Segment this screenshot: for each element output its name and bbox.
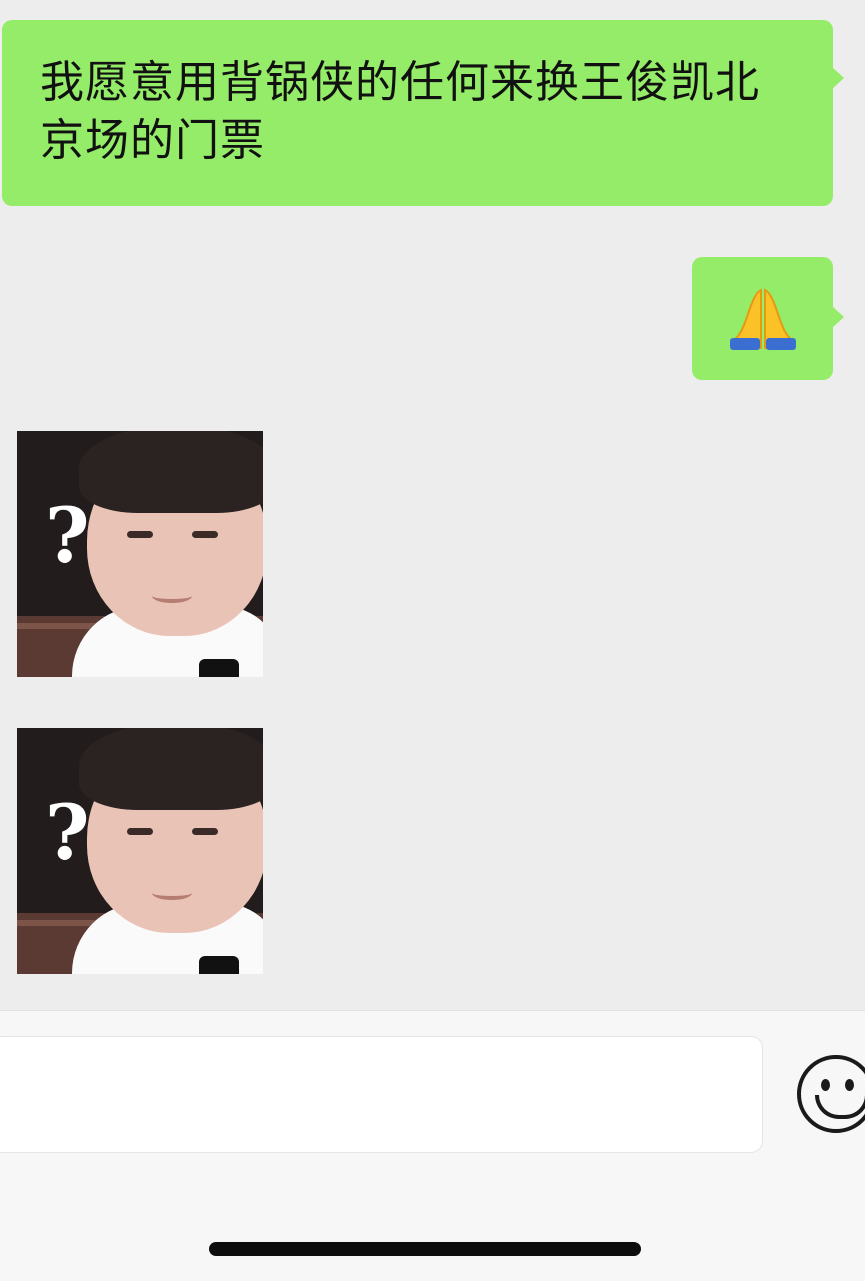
input-bar bbox=[0, 1010, 865, 1281]
home-indicator[interactable] bbox=[209, 1242, 641, 1256]
sticker-child-hair bbox=[79, 728, 263, 810]
question-mark-icon: ? bbox=[45, 788, 90, 877]
sticker-child-hair bbox=[79, 431, 263, 513]
sticker-eye bbox=[192, 828, 218, 835]
sticker-shirt-collar bbox=[199, 956, 239, 974]
sticker-image[interactable]: ? bbox=[17, 431, 263, 677]
sticker-image[interactable]: ? bbox=[17, 728, 263, 974]
sticker-eye bbox=[127, 531, 153, 538]
smiley-mouth bbox=[815, 1095, 865, 1119]
message-text: 我愿意用背锅侠的任何来换王俊凯北京场的门票 bbox=[40, 57, 760, 166]
chat-area: 我愿意用背锅侠的任何来换王俊凯北京场的门票 ? ? bbox=[0, 0, 865, 1010]
sticker-eye bbox=[192, 531, 218, 538]
smiley-face-icon[interactable] bbox=[797, 1055, 865, 1133]
message-bubble-text[interactable]: 我愿意用背锅侠的任何来换王俊凯北京场的门票 bbox=[2, 20, 844, 206]
question-mark-icon: ? bbox=[45, 491, 90, 580]
message-input[interactable] bbox=[0, 1036, 763, 1153]
sticker-shirt-collar bbox=[199, 659, 239, 677]
sticker-mouth bbox=[152, 886, 192, 900]
smiley-eye bbox=[845, 1079, 854, 1091]
folded-hands-emoji-icon bbox=[729, 288, 796, 350]
smiley-eye bbox=[821, 1079, 830, 1091]
message-bubble-emoji[interactable] bbox=[692, 257, 844, 380]
sticker-eye bbox=[127, 828, 153, 835]
sticker-mouth bbox=[152, 589, 192, 603]
